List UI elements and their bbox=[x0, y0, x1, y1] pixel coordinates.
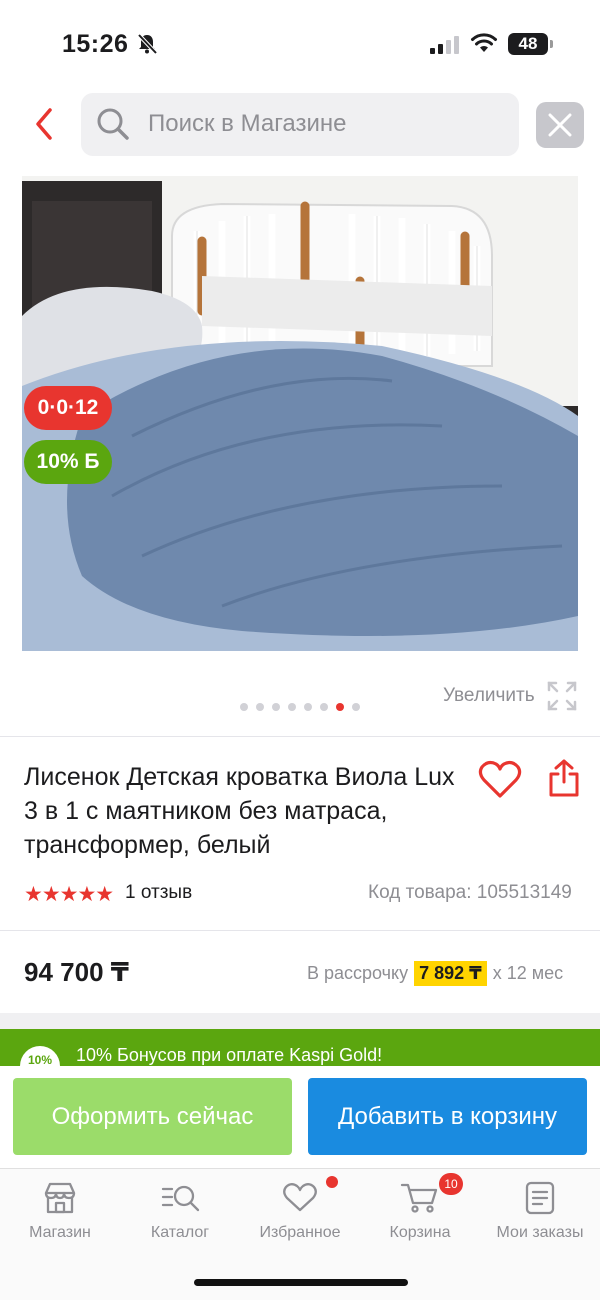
bonus-badge: 10% Б bbox=[24, 440, 112, 484]
zoom-label[interactable]: Увеличить bbox=[443, 685, 535, 707]
pagination-dot[interactable] bbox=[240, 703, 248, 711]
tab-label: Корзина bbox=[389, 1224, 451, 1241]
chevron-left-icon bbox=[36, 108, 52, 140]
back-button[interactable] bbox=[30, 104, 60, 144]
bell-muted-icon bbox=[136, 33, 158, 60]
tab-orders[interactable]: Мои заказы bbox=[480, 1180, 600, 1242]
pagination-dot[interactable] bbox=[304, 703, 312, 711]
tab-label: Магазин bbox=[29, 1224, 91, 1241]
search-icon bbox=[96, 107, 130, 146]
product-code: Код товара: 105513149 bbox=[368, 882, 572, 903]
add-to-cart-button[interactable]: Добавить в корзину bbox=[308, 1078, 587, 1155]
pagination-dot[interactable] bbox=[288, 703, 296, 711]
expand-icon[interactable] bbox=[546, 680, 578, 717]
battery-indicator: 48 bbox=[508, 33, 553, 55]
pagination-dot[interactable] bbox=[256, 703, 264, 711]
tab-label: Мои заказы bbox=[496, 1224, 584, 1241]
heart-icon bbox=[478, 760, 522, 798]
gallery-pagination[interactable] bbox=[240, 703, 360, 711]
heart-icon bbox=[240, 1180, 360, 1216]
pagination-dot[interactable] bbox=[320, 703, 328, 711]
wifi-icon bbox=[470, 32, 498, 59]
status-time: 15:26 bbox=[62, 30, 129, 58]
divider bbox=[0, 736, 600, 737]
bonus-text: 10% Бонусов при оплате Kaspi Gold! bbox=[76, 1045, 383, 1065]
tab-label: Избранное bbox=[259, 1224, 341, 1241]
cart-count-badge: 10 bbox=[439, 1173, 463, 1195]
buy-now-button[interactable]: Оформить сейчас bbox=[13, 1078, 292, 1155]
pagination-dot[interactable] bbox=[352, 703, 360, 711]
installment-badge: 0·0·12 bbox=[24, 386, 112, 430]
price: 94 700 ₸ bbox=[24, 957, 129, 987]
pagination-dot-active[interactable] bbox=[336, 703, 344, 711]
tab-store[interactable]: Магазин bbox=[0, 1180, 120, 1242]
cellular-signal-icon bbox=[430, 36, 459, 54]
pagination-dot[interactable] bbox=[272, 703, 280, 711]
tab-favorites[interactable]: Избранное bbox=[240, 1180, 360, 1242]
installment-info[interactable]: В рассрочку 7 892 ₸ x 12 мес bbox=[307, 961, 563, 986]
home-indicator[interactable] bbox=[194, 1279, 408, 1286]
favorites-notification-dot bbox=[326, 1176, 338, 1188]
tab-label: Каталог bbox=[150, 1224, 210, 1241]
section-separator bbox=[0, 1013, 600, 1029]
tab-catalog[interactable]: Каталог bbox=[120, 1180, 240, 1242]
tab-cart[interactable]: Корзина bbox=[360, 1180, 480, 1242]
search-placeholder: Поиск в Магазине bbox=[148, 110, 347, 137]
share-icon bbox=[549, 759, 579, 797]
catalog-icon bbox=[120, 1180, 240, 1216]
share-button[interactable] bbox=[548, 758, 580, 803]
close-search-button[interactable] bbox=[536, 102, 584, 148]
favorite-button[interactable] bbox=[478, 760, 522, 805]
close-icon bbox=[548, 113, 572, 137]
installment-suffix: x 12 мес bbox=[492, 963, 564, 983]
rating-stars: ★★★★★ bbox=[24, 883, 114, 906]
product-title: Лисенок Детская кроватка Виола Lux 3 в 1… bbox=[24, 763, 455, 859]
store-icon bbox=[0, 1180, 120, 1216]
installment-amount: 7 892 ₸ bbox=[414, 961, 487, 986]
installment-prefix: В рассрочку bbox=[307, 963, 409, 983]
reviews-link[interactable]: 1 отзыв bbox=[125, 882, 192, 904]
orders-icon bbox=[480, 1180, 600, 1216]
divider bbox=[0, 930, 600, 931]
